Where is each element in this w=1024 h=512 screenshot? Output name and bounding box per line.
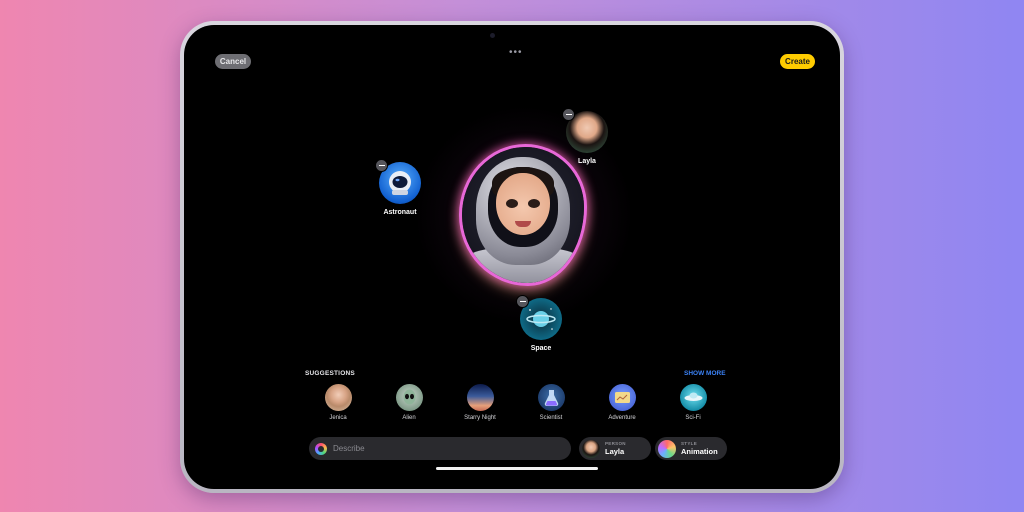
suggestion-scientist[interactable]: Scientist — [521, 384, 581, 421]
remove-layla-button[interactable] — [562, 108, 575, 121]
suggestion-label: Jenica — [329, 415, 347, 421]
suggestion-sci-fi[interactable]: Sci-Fi — [663, 384, 723, 421]
concept-token-layla[interactable]: Layla — [562, 108, 608, 165]
show-more-link[interactable]: SHOW MORE — [684, 370, 726, 377]
image-playground-icon — [315, 442, 327, 455]
suggestion-label: Starry Night — [464, 415, 496, 421]
token-label: Space — [530, 345, 552, 352]
remove-astronaut-button[interactable] — [375, 159, 388, 172]
astronaut-helmet-icon — [375, 159, 421, 204]
suggestion-jenica[interactable]: Jenica — [308, 384, 368, 421]
home-indicator[interactable] — [436, 467, 598, 470]
ipad-frame: ••• Cancel Create Astronaut Layla Space … — [180, 21, 844, 493]
person-avatar — [324, 384, 352, 411]
concept-token-space[interactable]: Space — [516, 295, 562, 352]
generated-image-preview[interactable] — [462, 147, 584, 283]
suggestion-label: Scientist — [539, 415, 563, 421]
suggestion-label: Sci-Fi — [685, 415, 701, 421]
starry-night-icon — [466, 384, 494, 411]
more-options-icon[interactable]: ••• — [509, 47, 523, 58]
create-button[interactable]: Create — [780, 54, 815, 69]
concept-token-astronaut[interactable]: Astronaut — [375, 159, 421, 216]
person-chip-value: Layla — [605, 447, 625, 456]
token-label: Astronaut — [383, 209, 417, 216]
person-chip-key: PERSON — [605, 441, 626, 446]
suggestion-label: Alien — [402, 415, 416, 421]
cancel-button[interactable]: Cancel — [215, 54, 251, 69]
suggestion-label: Adventure — [608, 415, 636, 421]
describe-input[interactable] — [333, 444, 553, 453]
left-eye — [506, 199, 518, 208]
image-playground-screen: ••• Cancel Create Astronaut Layla Space … — [184, 25, 840, 489]
remove-space-button[interactable] — [516, 295, 529, 308]
right-eye — [528, 199, 540, 208]
front-camera — [490, 33, 495, 38]
flask-icon — [537, 384, 565, 411]
suggestion-starry-night[interactable]: Starry Night — [450, 384, 510, 421]
person-avatar — [562, 108, 608, 153]
alien-icon — [395, 384, 423, 411]
person-chip[interactable]: PERSON Layla — [579, 437, 651, 460]
map-icon — [608, 384, 636, 411]
person-avatar — [582, 439, 600, 458]
describe-field[interactable] — [309, 437, 571, 460]
suggestion-adventure[interactable]: Adventure — [592, 384, 652, 421]
ufo-icon — [679, 384, 707, 411]
style-chip-value: Animation — [681, 447, 718, 456]
planet-icon — [516, 295, 562, 340]
suggestion-alien[interactable]: Alien — [379, 384, 439, 421]
token-label: Layla — [578, 158, 596, 165]
style-chip[interactable]: STYLE Animation — [655, 437, 727, 460]
style-chip-key: STYLE — [681, 441, 698, 446]
style-thumbnail-icon — [658, 439, 676, 458]
suggestions-heading: SUGGESTIONS — [305, 370, 355, 377]
